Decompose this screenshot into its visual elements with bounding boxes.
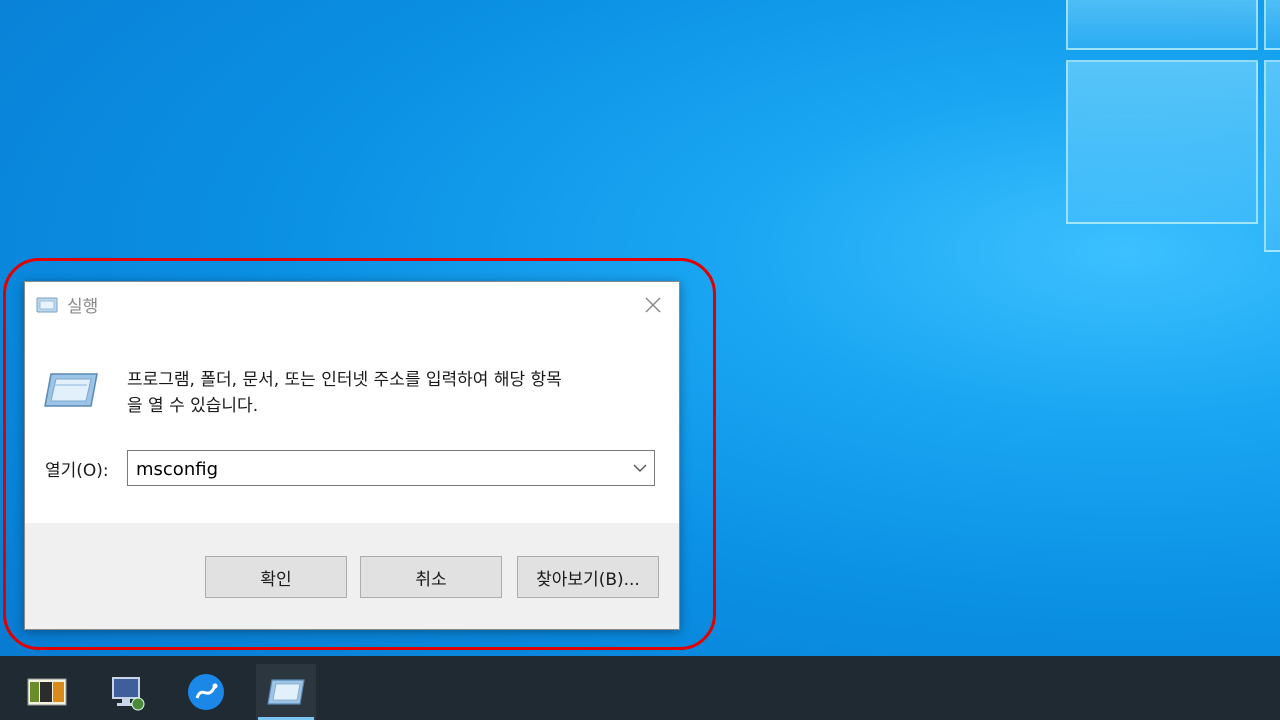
- taskbar-item-network[interactable]: [97, 664, 157, 720]
- taskbar-item-run[interactable]: [256, 664, 316, 720]
- run-icon: [267, 679, 305, 705]
- taskbar: [0, 656, 1280, 720]
- windows-logo-pane: [1264, 60, 1280, 252]
- windows-logo-pane: [1264, 0, 1280, 50]
- taskbar-item-app[interactable]: [176, 664, 236, 720]
- windows-logo-pane: [1066, 60, 1258, 224]
- network-computer-icon: [112, 677, 145, 711]
- highlight-outline: [3, 258, 716, 650]
- hxd-icon: [27, 678, 67, 706]
- app-blue-circle-icon: [188, 674, 224, 710]
- windows-logo-pane: [1066, 0, 1258, 50]
- taskbar-item-hxd[interactable]: [17, 664, 77, 720]
